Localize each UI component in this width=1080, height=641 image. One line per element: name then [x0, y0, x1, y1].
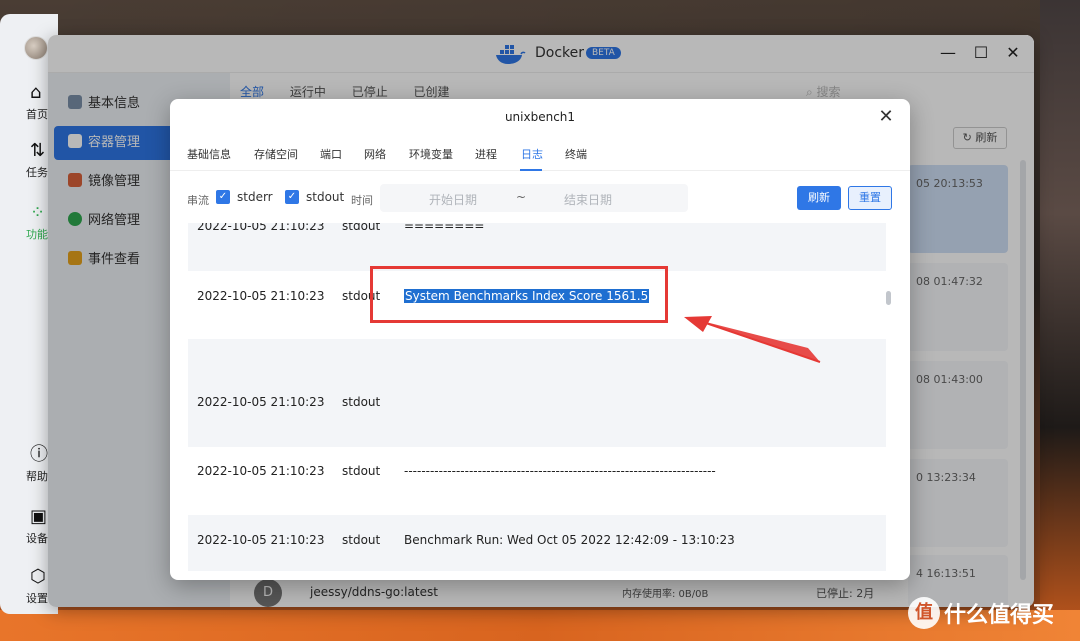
date-separator: ~	[516, 190, 527, 204]
log-scrollbar[interactable]	[886, 291, 891, 305]
end-date-input[interactable]: 结束日期	[564, 191, 612, 208]
log-row: 2022-10-05 21:10:23 stdout -------------…	[188, 447, 886, 515]
tab-env-vars[interactable]: 环境变量	[409, 146, 453, 162]
close-icon[interactable]: ✕	[876, 107, 896, 127]
dock-label: 任务	[26, 166, 48, 179]
log-time: 2022-10-05 21:10:23	[197, 533, 325, 547]
tab-storage[interactable]: 存储空间	[254, 146, 298, 162]
tab-processes[interactable]: 进程	[475, 146, 497, 162]
wallpaper-streak	[1040, 0, 1080, 641]
log-time: 2022-10-05 21:10:23	[197, 464, 325, 478]
reset-button[interactable]: 重置	[848, 186, 892, 210]
watermark-logo-icon: 值	[908, 597, 940, 629]
desktop-dock: ⌂ 首页 ⇅ 任务 ⁘ 功能 ⓘ 帮助 ▣ 设备 ⬡ 设置	[0, 0, 58, 641]
tab-network[interactable]: 网络	[364, 146, 386, 162]
dock-label: 功能	[26, 228, 48, 241]
dialog-tabs: 基础信息 存储空间 端口 网络 环境变量 进程 日志 终端	[170, 135, 910, 171]
container-detail-dialog: unixbench1 ✕ 基础信息 存储空间 端口 网络 环境变量 进程 日志 …	[170, 99, 910, 580]
dialog-title: unixbench1	[504, 110, 576, 124]
log-filter-bar: 串流 ✓ stderr ✓ stdout 时间 开始日期 ~ 结束日期 刷新 重…	[170, 171, 910, 223]
stream-label: 串流	[187, 194, 209, 207]
stderr-checkbox[interactable]: ✓	[216, 190, 230, 204]
tab-logs[interactable]: 日志	[521, 146, 543, 162]
tab-basic-info[interactable]: 基础信息	[187, 146, 231, 162]
log-message: ========	[404, 223, 485, 233]
time-label: 时间	[351, 194, 373, 207]
refresh-button[interactable]: 刷新	[797, 186, 841, 210]
dock-label: 帮助	[26, 470, 48, 483]
stdout-checkbox[interactable]: ✓	[285, 190, 299, 204]
highlight-box	[370, 266, 668, 323]
log-stream: stdout	[342, 395, 381, 409]
log-time: 2022-10-05 21:10:23	[197, 395, 325, 409]
log-stream: stdout	[342, 464, 381, 478]
start-date-input[interactable]: 开始日期	[429, 191, 477, 208]
site-watermark: 值什么值得买	[908, 597, 1054, 629]
date-range-picker[interactable]: 开始日期 ~ 结束日期	[380, 184, 688, 212]
log-message: Benchmark Run: Wed Oct 05 2022 12:42:09 …	[404, 533, 735, 547]
watermark-text: 什么值得买	[944, 603, 1055, 628]
dock-label: 设备	[26, 532, 48, 545]
log-stream: stdout	[342, 533, 381, 547]
tab-terminal[interactable]: 终端	[565, 146, 587, 162]
tab-ports[interactable]: 端口	[320, 146, 342, 162]
log-message: ----------------------------------------…	[404, 464, 716, 478]
dock-label: 设置	[26, 592, 48, 605]
log-time: 2022-10-05 21:10:23	[197, 223, 325, 233]
stdout-label: stdout	[306, 190, 345, 204]
dock-label: 首页	[26, 108, 48, 121]
log-stream: stdout	[342, 223, 381, 233]
stderr-label: stderr	[237, 190, 273, 204]
log-time: 2022-10-05 21:10:23	[197, 289, 325, 303]
log-row: 2022-10-05 21:10:23 stdout ========	[188, 223, 886, 271]
user-avatar[interactable]	[24, 36, 48, 60]
log-row: 2022-10-05 21:10:23 stdout Benchmark Run…	[188, 515, 886, 571]
log-row: 2022-10-05 21:10:23 stdout	[188, 339, 886, 447]
